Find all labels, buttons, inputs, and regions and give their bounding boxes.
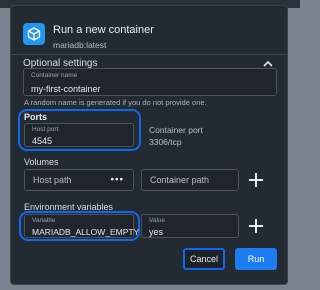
add-env-plus-icon[interactable] [249, 219, 263, 233]
cancel-button[interactable]: Cancel [183, 248, 225, 270]
env-variable-value: MARIADB_ALLOW_EMPTY [32, 227, 140, 237]
volumes-heading: Volumes [24, 157, 59, 167]
host-port-field[interactable]: Host port 4545 [24, 123, 134, 147]
env-variable-label: Variable [32, 217, 56, 224]
container-port-label: Container port [149, 125, 203, 135]
env-value-value: yes [149, 227, 164, 237]
host-path-field[interactable]: Host path ••• [24, 169, 134, 191]
container-path-placeholder: Container path [150, 175, 210, 185]
container-path-field[interactable]: Container path [141, 169, 239, 191]
browse-more-icon[interactable]: ••• [110, 175, 124, 186]
dialog-title: Run a new container [53, 24, 154, 36]
host-port-label: Host port [32, 126, 59, 133]
add-volume-plus-icon[interactable] [249, 173, 263, 187]
env-value-label: Value [149, 217, 166, 224]
container-name-label: Container name [31, 72, 78, 79]
host-path-placeholder: Host path [33, 175, 72, 185]
container-port-value: 3306/tcp [149, 137, 182, 147]
container-cube-icon [23, 23, 45, 45]
run-container-dialog: Run a new container mariadb:latest Optio… [10, 5, 288, 285]
env-variable-field[interactable]: Variable MARIADB_ALLOW_EMPTY [24, 214, 139, 238]
env-value-field[interactable]: Value yes [141, 214, 239, 238]
ports-heading: Ports [24, 112, 48, 122]
container-name-value: my-first-container [31, 84, 101, 94]
host-port-value: 4545 [32, 136, 53, 146]
container-name-field[interactable]: Container name my-first-container [23, 68, 277, 96]
image-name: mariadb:latest [53, 40, 107, 50]
run-button[interactable]: Run [235, 248, 277, 270]
header-divider [11, 54, 287, 55]
dialog-header: Run a new container mariadb:latest [23, 19, 277, 55]
container-name-helper: A random name is generated if you do not… [24, 98, 207, 107]
